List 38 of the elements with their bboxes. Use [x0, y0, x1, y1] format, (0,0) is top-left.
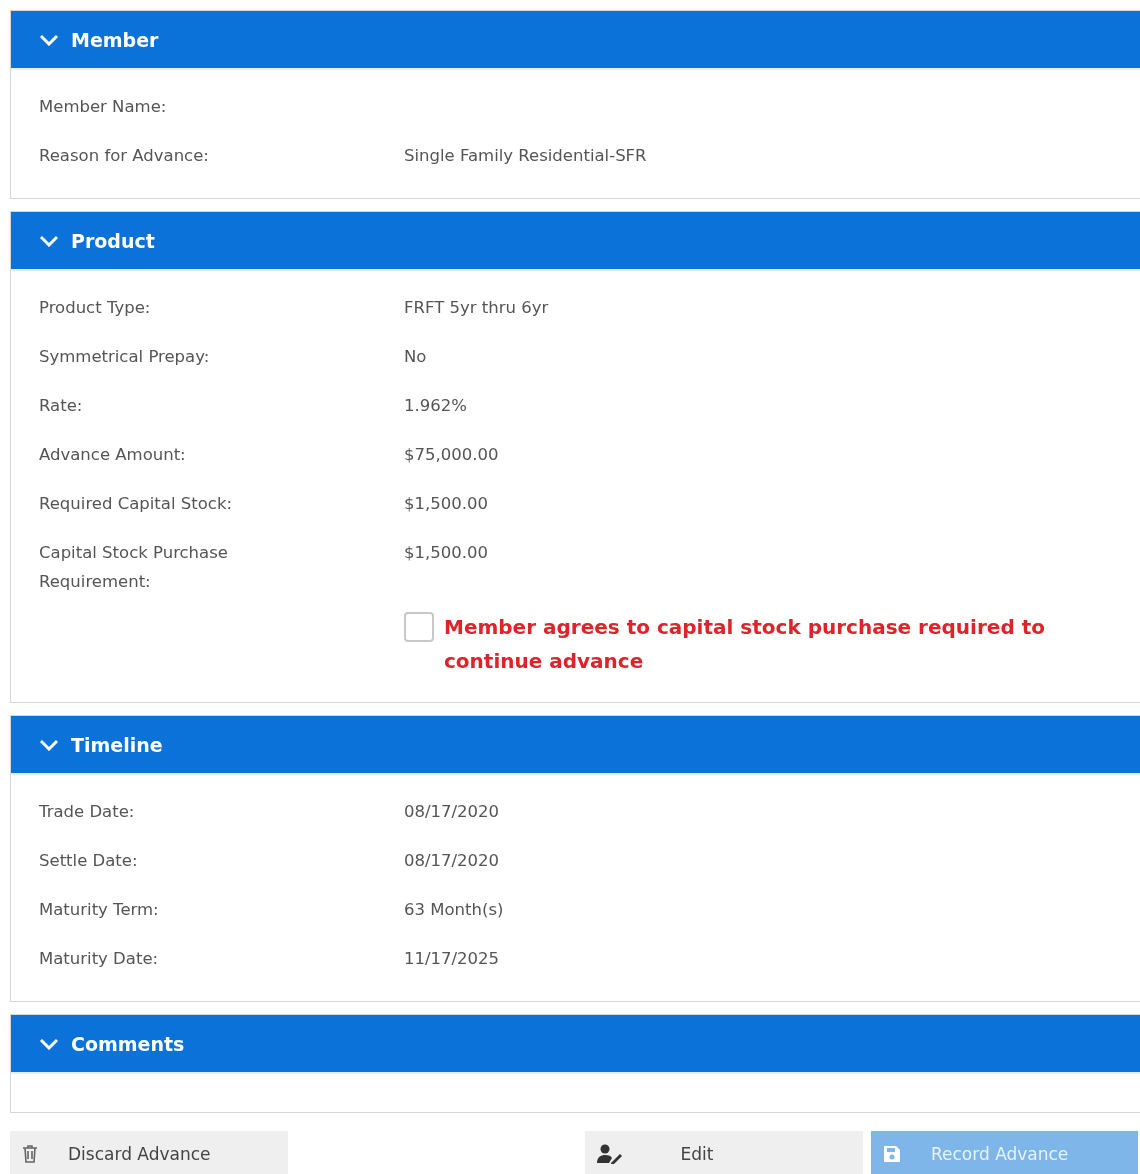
- field-label: Maturity Term:: [39, 899, 160, 921]
- field-label: Reason for Advance:: [39, 145, 210, 167]
- field-label: Capital Stock Purchase Requirement:: [39, 542, 229, 593]
- section-header[interactable]: Comments: [11, 1015, 1140, 1072]
- field-value: 1.962%: [404, 395, 467, 417]
- field-label: Advance Amount:: [39, 444, 187, 466]
- field-label: Rate:: [39, 395, 84, 417]
- field-value: $1,500.00: [404, 493, 488, 515]
- field-value: Single Family Residential-SFR: [404, 145, 647, 167]
- chevron-icon: [39, 234, 59, 247]
- field-value: $1,500.00: [404, 542, 488, 564]
- chevron-icon: [39, 33, 59, 46]
- field-value: 63 Month(s): [404, 899, 504, 921]
- field-label: Trade Date:: [39, 801, 136, 823]
- chevron-icon: [39, 738, 59, 751]
- chevron-icon: [39, 1037, 59, 1050]
- field-value: 11/17/2025: [404, 948, 500, 970]
- section-header[interactable]: Timeline: [11, 716, 1140, 773]
- trash-icon: [22, 1144, 38, 1164]
- field-value: No: [404, 346, 427, 368]
- field-label: Settle Date:: [39, 850, 139, 872]
- discard-button[interactable]: Discard Advance: [10, 1131, 288, 1174]
- agreement-label: Member agrees to capital stock purchase required to continue advance: [444, 614, 1046, 675]
- field-value: 08/17/2020: [404, 801, 500, 823]
- field-label: Maturity Date:: [39, 948, 160, 970]
- field-label: Product Type:: [39, 297, 152, 319]
- field-label: Symmetrical Prepay:: [39, 346, 211, 368]
- save-icon: [883, 1145, 901, 1163]
- field-value: 08/17/2020: [404, 850, 500, 872]
- field-label: Member Name:: [39, 96, 168, 118]
- field-value: $75,000.00: [404, 444, 499, 466]
- field-label: Required Capital Stock:: [39, 493, 233, 515]
- field-value: FRFT 5yr thru 6yr: [404, 297, 549, 319]
- section-header[interactable]: Product: [11, 212, 1140, 269]
- edit-button[interactable]: Edit: [585, 1131, 863, 1174]
- user-edit-icon: [597, 1144, 623, 1164]
- checkbox[interactable]: [404, 612, 434, 642]
- section-header[interactable]: Member: [11, 11, 1140, 68]
